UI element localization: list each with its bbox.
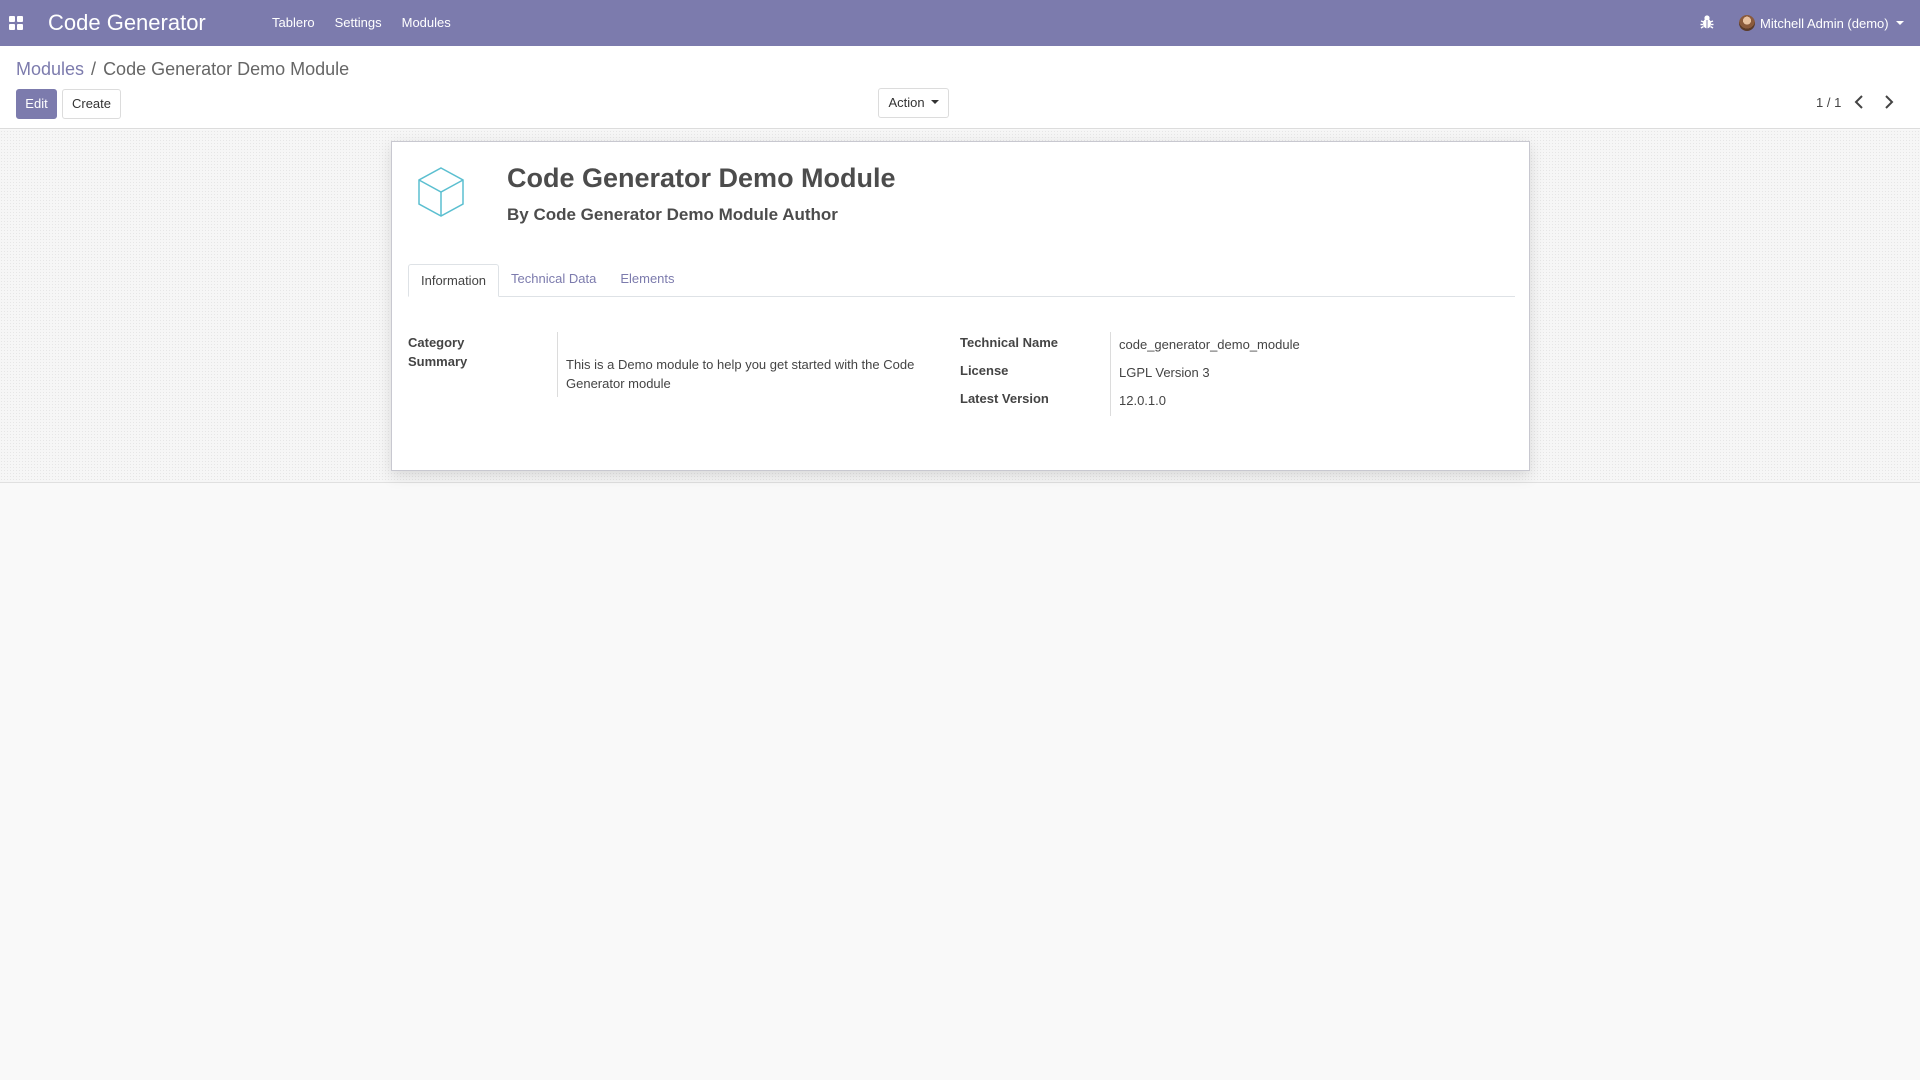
- right-group-divider: [1110, 332, 1111, 416]
- avatar: [1739, 15, 1755, 31]
- control-panel: Modules / Code Generator Demo Module Edi…: [0, 46, 1920, 129]
- left-group-divider: [557, 332, 558, 397]
- menu-item-settings[interactable]: Settings: [325, 0, 392, 46]
- action-label: Action: [888, 95, 925, 110]
- main-menu: Tablero Settings Modules: [262, 0, 461, 46]
- user-name: Mitchell Admin (demo): [1760, 15, 1889, 31]
- summary-value: This is a Demo module to help you get st…: [566, 357, 915, 391]
- caret-down-icon: [930, 100, 939, 104]
- tab-technical-data[interactable]: Technical Data: [499, 263, 608, 296]
- technical-name-label: Technical Name: [960, 335, 1059, 350]
- license-value: LGPL Version 3: [1119, 365, 1210, 380]
- tab-elements[interactable]: Elements: [608, 263, 686, 296]
- breadcrumb-separator: /: [91, 59, 97, 79]
- chevron-down-icon: [1895, 21, 1904, 25]
- latest-version-label: Latest Version: [960, 391, 1049, 406]
- menu-item-modules[interactable]: Modules: [392, 0, 461, 46]
- bug-icon[interactable]: [1700, 14, 1714, 30]
- tab-information[interactable]: Information: [408, 264, 500, 297]
- app-brand[interactable]: Code Generator: [48, 10, 206, 36]
- module-title: Code Generator Demo Module: [507, 163, 896, 193]
- pager-value[interactable]: 1 / 1: [1816, 95, 1841, 110]
- chevron-right-icon[interactable]: [1879, 92, 1897, 112]
- cube-icon: [418, 167, 464, 217]
- category-label: Category: [408, 335, 465, 350]
- apps-grid-icon[interactable]: [9, 16, 23, 30]
- user-menu[interactable]: Mitchell Admin (demo): [1739, 0, 1904, 46]
- latest-version-value: 12.0.1.0: [1119, 393, 1166, 408]
- form-sheet: Code Generator Demo Module By Code Gener…: [391, 141, 1530, 471]
- license-label: License: [960, 363, 1009, 378]
- edit-button[interactable]: Edit: [16, 89, 57, 119]
- breadcrumb: Modules / Code Generator Demo Module: [16, 58, 349, 80]
- breadcrumb-current: Code Generator Demo Module: [103, 59, 350, 79]
- technical-name-value: code_generator_demo_module: [1119, 337, 1300, 352]
- summary-label: Summary: [408, 354, 468, 369]
- chevron-left-icon[interactable]: [1851, 92, 1869, 112]
- breadcrumb-modules-link[interactable]: Modules: [16, 58, 84, 80]
- create-button[interactable]: Create: [62, 89, 121, 119]
- action-dropdown-button[interactable]: Action: [878, 88, 949, 118]
- menu-item-tablero[interactable]: Tablero: [262, 0, 325, 46]
- module-author: By Code Generator Demo Module Author: [507, 205, 838, 224]
- notebook-tabs: Information Technical Data Elements: [408, 264, 1515, 297]
- top-navbar: Code Generator Tablero Settings Modules …: [0, 0, 1920, 46]
